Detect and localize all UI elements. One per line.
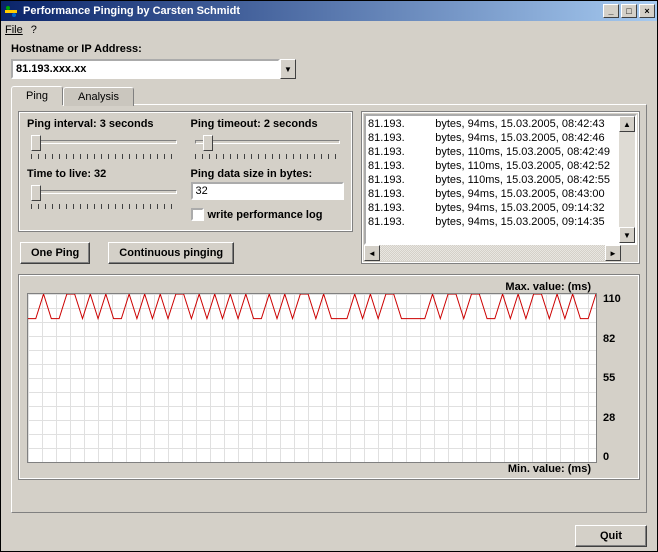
timeout-ticks [195, 154, 341, 160]
scroll-right-icon[interactable]: ► [605, 245, 621, 261]
interval-label: Ping interval: 3 seconds [27, 118, 181, 130]
hostname-label: Hostname or IP Address: [11, 43, 647, 55]
close-button[interactable]: × [639, 4, 655, 18]
window-title: Performance Pinging by Carsten Schmidt [23, 5, 603, 17]
writelog-checkbox[interactable]: write performance log [191, 208, 345, 221]
scroll-up-icon[interactable]: ▲ [619, 116, 635, 132]
tab-analysis[interactable]: Analysis [63, 87, 134, 106]
timeout-label: Ping timeout: 2 seconds [191, 118, 345, 130]
menu-file[interactable]: File [5, 24, 23, 36]
scroll-down-icon[interactable]: ▼ [619, 227, 635, 243]
ping-chart [27, 293, 597, 463]
app-icon [3, 3, 19, 19]
results-panel: 81.193. bytes, 94ms, 15.03.2005, 08:42:4… [361, 111, 640, 264]
datasize-label: Ping data size in bytes: [191, 168, 345, 180]
ttl-label: Time to live: 32 [27, 168, 181, 180]
ytick: 110 [603, 293, 631, 305]
tab-panel-ping: Ping interval: 3 seconds Ping timeout: 2… [11, 104, 647, 513]
quit-button[interactable]: Quit [575, 525, 647, 547]
maximize-button[interactable]: □ [621, 4, 637, 18]
ytick: 0 [603, 451, 631, 463]
interval-slider[interactable] [27, 132, 181, 152]
ytick: 55 [603, 372, 631, 384]
ytick: 28 [603, 412, 631, 424]
chart-max-label: Max. value: (ms) [27, 281, 631, 293]
ttl-ticks [31, 204, 177, 210]
menubar: File ? [1, 21, 657, 39]
chart-panel: Max. value: (ms) 110 82 55 28 0 Min. val… [18, 274, 640, 480]
continuous-pinging-button[interactable]: Continuous pinging [108, 242, 234, 264]
hostname-dropdown-button[interactable]: ▼ [280, 59, 296, 79]
checkbox-box[interactable] [191, 208, 204, 221]
scroll-left-icon[interactable]: ◄ [364, 245, 380, 261]
results-content: 81.193. bytes, 94ms, 15.03.2005, 08:42:4… [366, 116, 619, 243]
app-window: Performance Pinging by Carsten Schmidt _… [0, 0, 658, 552]
tab-ping[interactable]: Ping [11, 86, 63, 105]
hostname-combo[interactable]: ▼ [11, 59, 296, 79]
chart-line [28, 294, 596, 463]
chart-min-label: Min. value: (ms) [27, 463, 631, 475]
tabs: Ping Analysis [11, 85, 647, 104]
footer: Quit [1, 521, 657, 551]
results-vscrollbar[interactable]: ▲ ▼ [619, 116, 635, 243]
timeout-slider[interactable] [191, 132, 345, 152]
results-listbox[interactable]: 81.193. bytes, 94ms, 15.03.2005, 08:42:4… [364, 114, 637, 245]
ytick: 82 [603, 333, 631, 345]
client-area: Hostname or IP Address: ▼ Ping Analysis … [1, 39, 657, 521]
results-hscrollbar[interactable]: ◄ ► [364, 245, 637, 261]
menu-help[interactable]: ? [31, 24, 37, 36]
interval-ticks [31, 154, 177, 160]
minimize-button[interactable]: _ [603, 4, 619, 18]
titlebar: Performance Pinging by Carsten Schmidt _… [1, 1, 657, 21]
datasize-input[interactable] [191, 182, 345, 200]
ttl-slider[interactable] [27, 182, 181, 202]
chart-yaxis: 110 82 55 28 0 [597, 293, 631, 463]
settings-section: Ping interval: 3 seconds Ping timeout: 2… [18, 111, 353, 264]
one-ping-button[interactable]: One Ping [20, 242, 90, 264]
writelog-label: write performance log [208, 209, 323, 221]
hostname-input[interactable] [11, 59, 280, 79]
